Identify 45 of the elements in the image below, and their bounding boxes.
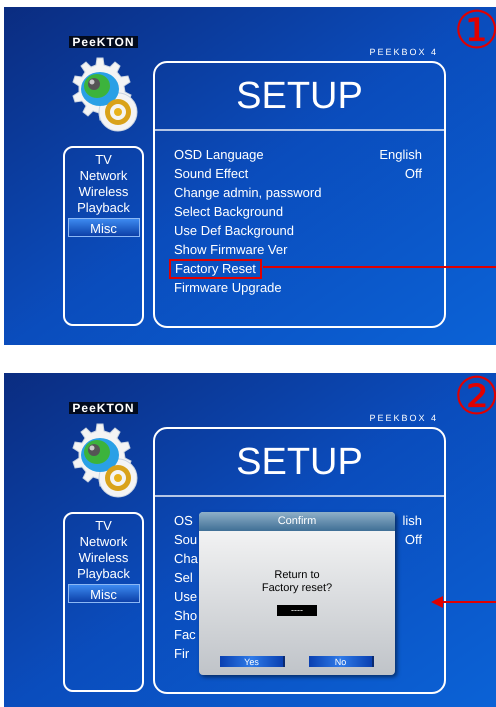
setting-label[interactable]: Sound Effect (174, 166, 248, 182)
setting-label[interactable]: Cha (174, 550, 198, 566)
setting-value: lish (402, 512, 422, 528)
category-item[interactable]: Network (80, 534, 128, 550)
setting-label[interactable]: Select Background (174, 204, 284, 220)
dialog-button[interactable]: No (309, 656, 374, 667)
step-number: ① (453, 7, 496, 59)
dialog-button[interactable]: Yes (220, 656, 285, 667)
category-item[interactable]: TV (95, 152, 112, 168)
model-name: PEEKBOX 4 (369, 47, 438, 57)
setting-label[interactable]: Change admin, password (174, 184, 322, 200)
category-item[interactable]: TV (95, 518, 112, 534)
category-item[interactable]: Playback (77, 200, 130, 216)
step-number: ② (453, 373, 496, 425)
setting-value: English (379, 146, 422, 162)
model-name: PEEKBOX 4 (369, 413, 438, 423)
category-item[interactable]: Network (80, 168, 128, 184)
brand-logo: PeeKTON (69, 36, 138, 48)
panel-title: SETUP (236, 442, 363, 482)
category-item[interactable]: Wireless (78, 184, 128, 200)
setting-value: Off (404, 166, 422, 182)
setting-label[interactable]: Use Def Background (174, 222, 294, 238)
panel-title: SETUP (236, 76, 363, 116)
setting-label[interactable]: Fac (174, 626, 196, 642)
setting-label[interactable]: Sou (174, 532, 198, 548)
dialog-title: Confirm (199, 512, 395, 531)
setting-label[interactable]: Sel (174, 570, 193, 586)
setting-label[interactable]: Sho (174, 608, 198, 624)
setting-label[interactable]: Fir (174, 646, 190, 662)
message-line: Return to (274, 569, 320, 582)
setting-value: Off (404, 532, 422, 548)
setting-label[interactable]: Firmware Upgrade (174, 280, 282, 296)
brand-logo: PeeKTON (69, 402, 138, 414)
message-line: Factory reset? (262, 582, 332, 595)
setting-label[interactable]: Factory Reset (169, 258, 262, 278)
setting-label[interactable]: OS (174, 512, 193, 528)
category-item[interactable]: Playback (77, 566, 130, 582)
category-item[interactable]: Wireless (78, 550, 128, 566)
code-field[interactable]: ---- (277, 605, 317, 616)
setting-label[interactable]: OSD Language (174, 146, 264, 162)
setting-label[interactable]: Show Firmware Ver (174, 242, 288, 258)
category-item[interactable]: Misc (68, 218, 140, 237)
setting-label[interactable]: Use (174, 588, 198, 604)
category-item[interactable]: Misc (68, 584, 140, 603)
arrow-icon (431, 596, 496, 608)
